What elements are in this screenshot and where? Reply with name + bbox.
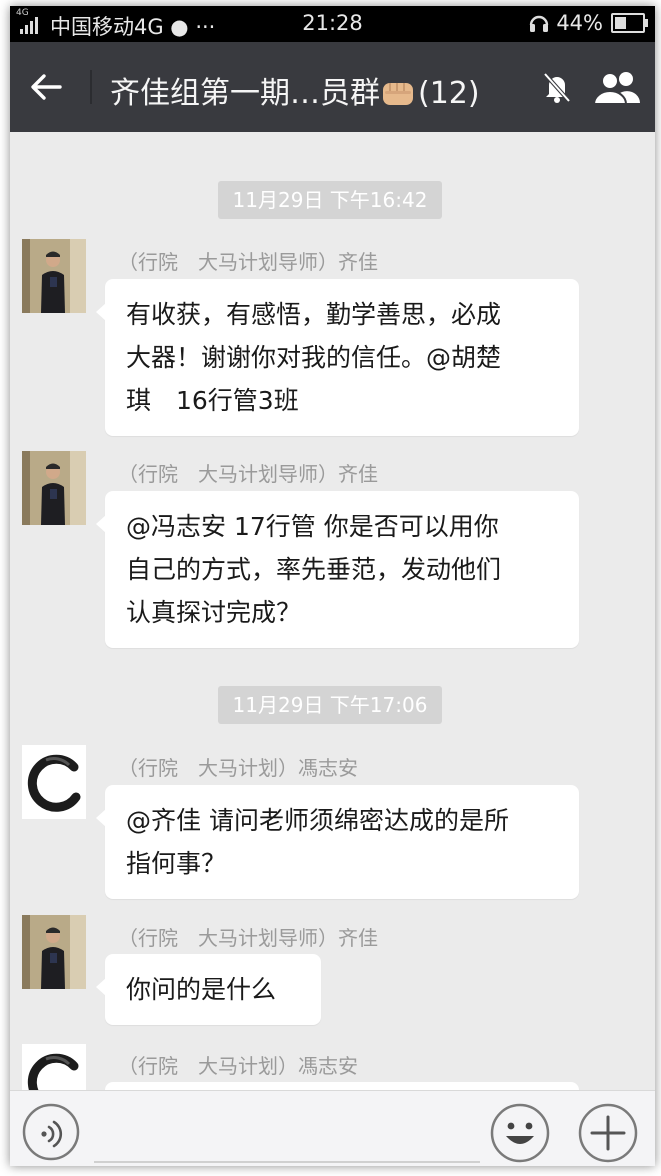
message-input[interactable] [94, 1161, 480, 1163]
message-list[interactable]: 11月29日 下午16:42 （行院 大马计划导师）齐佳 有收获，有感悟，勤学善… [10, 132, 655, 1090]
input-bar [10, 1090, 655, 1166]
message-line: 琪 16行管3班 [126, 386, 299, 415]
message-line: 你问的是什么 [126, 975, 277, 1004]
message-bubble[interactable] [105, 1082, 579, 1090]
message-line: 认真探讨完成？ [126, 598, 302, 627]
avatar-photo-icon [22, 239, 86, 313]
message-line: 指何事？ [126, 849, 227, 878]
header-divider [90, 70, 92, 104]
brush-circle-icon [22, 1044, 86, 1090]
avatar-photo-icon [22, 915, 86, 989]
battery-icon [611, 13, 648, 33]
fist-emoji-icon [383, 83, 413, 105]
headset-icon [530, 15, 549, 32]
avatar-photo-icon [22, 451, 86, 525]
message-bubble[interactable]: @齐佳 请问老师须绵密达成的是所 指何事？ [96, 785, 579, 899]
voice-icon[interactable] [22, 1103, 80, 1161]
brush-circle-icon [22, 745, 86, 819]
back-arrow-icon[interactable] [28, 69, 64, 105]
message-line: 有收获，有感悟，勤学善思，必成 [126, 300, 502, 329]
time-separator: 11月29日 下午17:06 [218, 686, 442, 724]
sender-avatar-qijia[interactable] [22, 451, 86, 525]
message-line: 大器！谢谢你对我的信任。@胡楚 [126, 343, 502, 372]
sender-avatar-fengzhian[interactable] [22, 745, 86, 819]
message-bubble[interactable]: 有收获，有感悟，勤学善思，必成 大器！谢谢你对我的信任。@胡楚 琪 16行管3班 [96, 279, 579, 436]
sender-avatar-qijia[interactable] [22, 239, 86, 313]
chat-title[interactable]: 齐佳组第一期…员群 (12) [110, 68, 480, 112]
mute-bell-icon[interactable] [540, 70, 574, 104]
message-line: @齐佳 请问老师须绵密达成的是所 [126, 806, 509, 835]
phone-screen: 4G 中国移动4G ● ··· 21:28 44% 齐佳组第一期…员群 (12)… [10, 6, 655, 1166]
sender-avatar-qijia[interactable] [22, 915, 86, 989]
status-bar: 4G 中国移动4G ● ··· 21:28 44% [10, 6, 655, 42]
battery-percent: 44% [556, 11, 603, 35]
time-separator: 11月29日 下午16:42 [218, 181, 442, 219]
message-bubble[interactable]: @冯志安 17行管 你是否可以用你 自己的方式，率先垂范，发动他们 认真探讨完成… [96, 491, 579, 648]
sender-name: （行院 大马计划导师）齐佳 [118, 462, 378, 486]
emoji-icon[interactable] [490, 1103, 550, 1163]
message-bubble[interactable]: 你问的是什么 [96, 954, 321, 1025]
sender-name: （行院 大马计划导师）齐佳 [118, 250, 378, 274]
plus-icon[interactable] [578, 1103, 638, 1163]
chat-header: 齐佳组第一期…员群 (12) [10, 42, 655, 132]
group-members-icon[interactable] [592, 70, 644, 104]
sender-name: （行院 大马计划导师）齐佳 [118, 926, 378, 950]
sender-name: （行院 大马计划）馮志安 [118, 756, 358, 780]
message-line: 自己的方式，率先垂范，发动他们 [126, 555, 502, 584]
sender-name: （行院 大马计划）馮志安 [118, 1054, 358, 1078]
member-count: (12) [418, 76, 480, 111]
sender-avatar-fengzhian[interactable] [22, 1044, 86, 1090]
message-line: @冯志安 17行管 你是否可以用你 [126, 512, 499, 541]
